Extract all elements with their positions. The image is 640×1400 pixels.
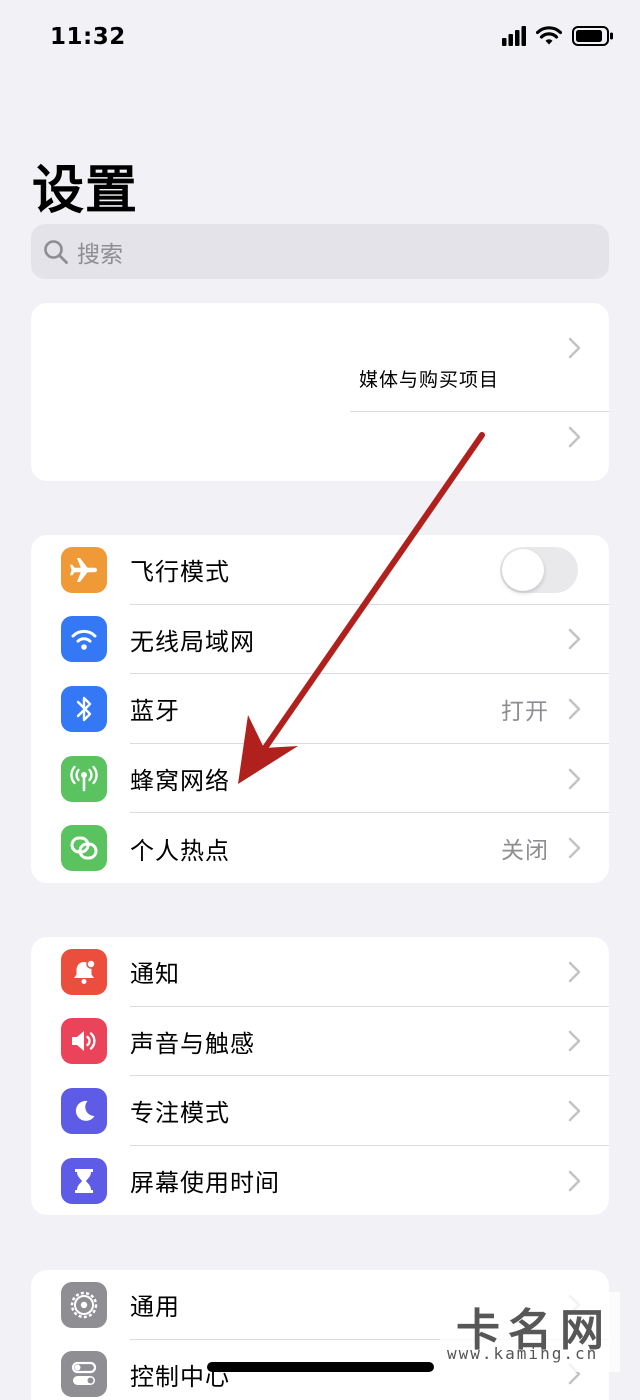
moon-icon [61, 1087, 107, 1134]
hotspot-link-icon [61, 825, 107, 872]
sounds-label: 声音与触感 [130, 1029, 255, 1058]
focus-row[interactable]: 专注模式 [31, 1076, 609, 1146]
status-time: 11:32 [50, 24, 126, 50]
airplane-mode-toggle[interactable] [500, 546, 578, 593]
notification-group: 通知 声音与触感 专注模式 屏幕使用时间 [31, 937, 609, 1215]
home-indicator[interactable] [207, 1362, 434, 1372]
page-title: 设置 [32, 161, 139, 221]
notifications-label: 通知 [130, 960, 180, 989]
hotspot-status-value: 关闭 [501, 838, 549, 865]
notification-bell-icon [61, 948, 107, 995]
cellular-row[interactable]: 蜂窝网络 [31, 744, 609, 814]
wifi-label: 无线局域网 [130, 627, 255, 656]
screen-time-label: 屏幕使用时间 [130, 1169, 280, 1198]
chevron-right-icon [568, 837, 581, 859]
battery-icon [572, 26, 613, 46]
general-label: 通用 [130, 1293, 180, 1322]
sounds-row[interactable]: 声音与触感 [31, 1007, 609, 1077]
search-icon [44, 239, 68, 264]
chevron-right-icon [568, 698, 581, 720]
cellular-antenna-icon [61, 755, 107, 802]
chevron-right-icon [568, 629, 581, 650]
chevron-right-icon [568, 337, 581, 359]
status-bar: 11:32 [0, 0, 640, 80]
chevron-right-icon [568, 426, 581, 448]
bluetooth-status-value: 打开 [501, 698, 549, 725]
bluetooth-row[interactable]: 蓝牙 打开 [31, 674, 609, 744]
toggle-knob [502, 548, 544, 591]
hotspot-label: 个人热点 [130, 836, 230, 865]
wifi-row[interactable]: 无线局域网 [31, 605, 609, 675]
speaker-icon [61, 1018, 107, 1065]
chevron-right-icon [568, 768, 581, 789]
airplane-icon [61, 546, 107, 593]
hourglass-icon [61, 1157, 107, 1204]
search-bar[interactable]: 搜索 [31, 224, 609, 279]
account-row-2[interactable] [31, 392, 609, 481]
cellular-signal-icon [502, 26, 526, 46]
chevron-right-icon [568, 1170, 581, 1191]
wifi-status-icon [536, 26, 562, 45]
account-group: 媒体与购买项目 [31, 303, 609, 481]
chevron-right-icon [568, 1031, 581, 1052]
bluetooth-icon [61, 685, 107, 732]
screen-time-row[interactable]: 屏幕使用时间 [31, 1146, 609, 1215]
airplane-mode-row: 飞行模式 [31, 535, 609, 605]
watermark-url: www.kaming.cn [447, 1344, 599, 1363]
notifications-row[interactable]: 通知 [31, 937, 609, 1007]
wifi-icon [61, 616, 107, 663]
airplane-mode-label: 飞行模式 [130, 558, 230, 587]
status-icons [502, 26, 614, 46]
toggles-icon [61, 1351, 107, 1398]
chevron-right-icon [568, 1100, 581, 1122]
cellular-label: 蜂窝网络 [130, 767, 230, 796]
hotspot-row[interactable]: 个人热点 关闭 [31, 813, 609, 883]
connectivity-group: 飞行模式 无线局域网 蓝牙 打开 蜂窝网络 个人热点 关闭 [31, 535, 609, 883]
account-row-1[interactable] [31, 303, 609, 392]
chevron-right-icon [568, 961, 581, 983]
focus-label: 专注模式 [130, 1099, 230, 1128]
media-purchases-label: 媒体与购买项目 [359, 369, 500, 391]
search-placeholder: 搜索 [77, 241, 123, 268]
gear-icon [61, 1281, 107, 1328]
bluetooth-label: 蓝牙 [130, 697, 180, 726]
